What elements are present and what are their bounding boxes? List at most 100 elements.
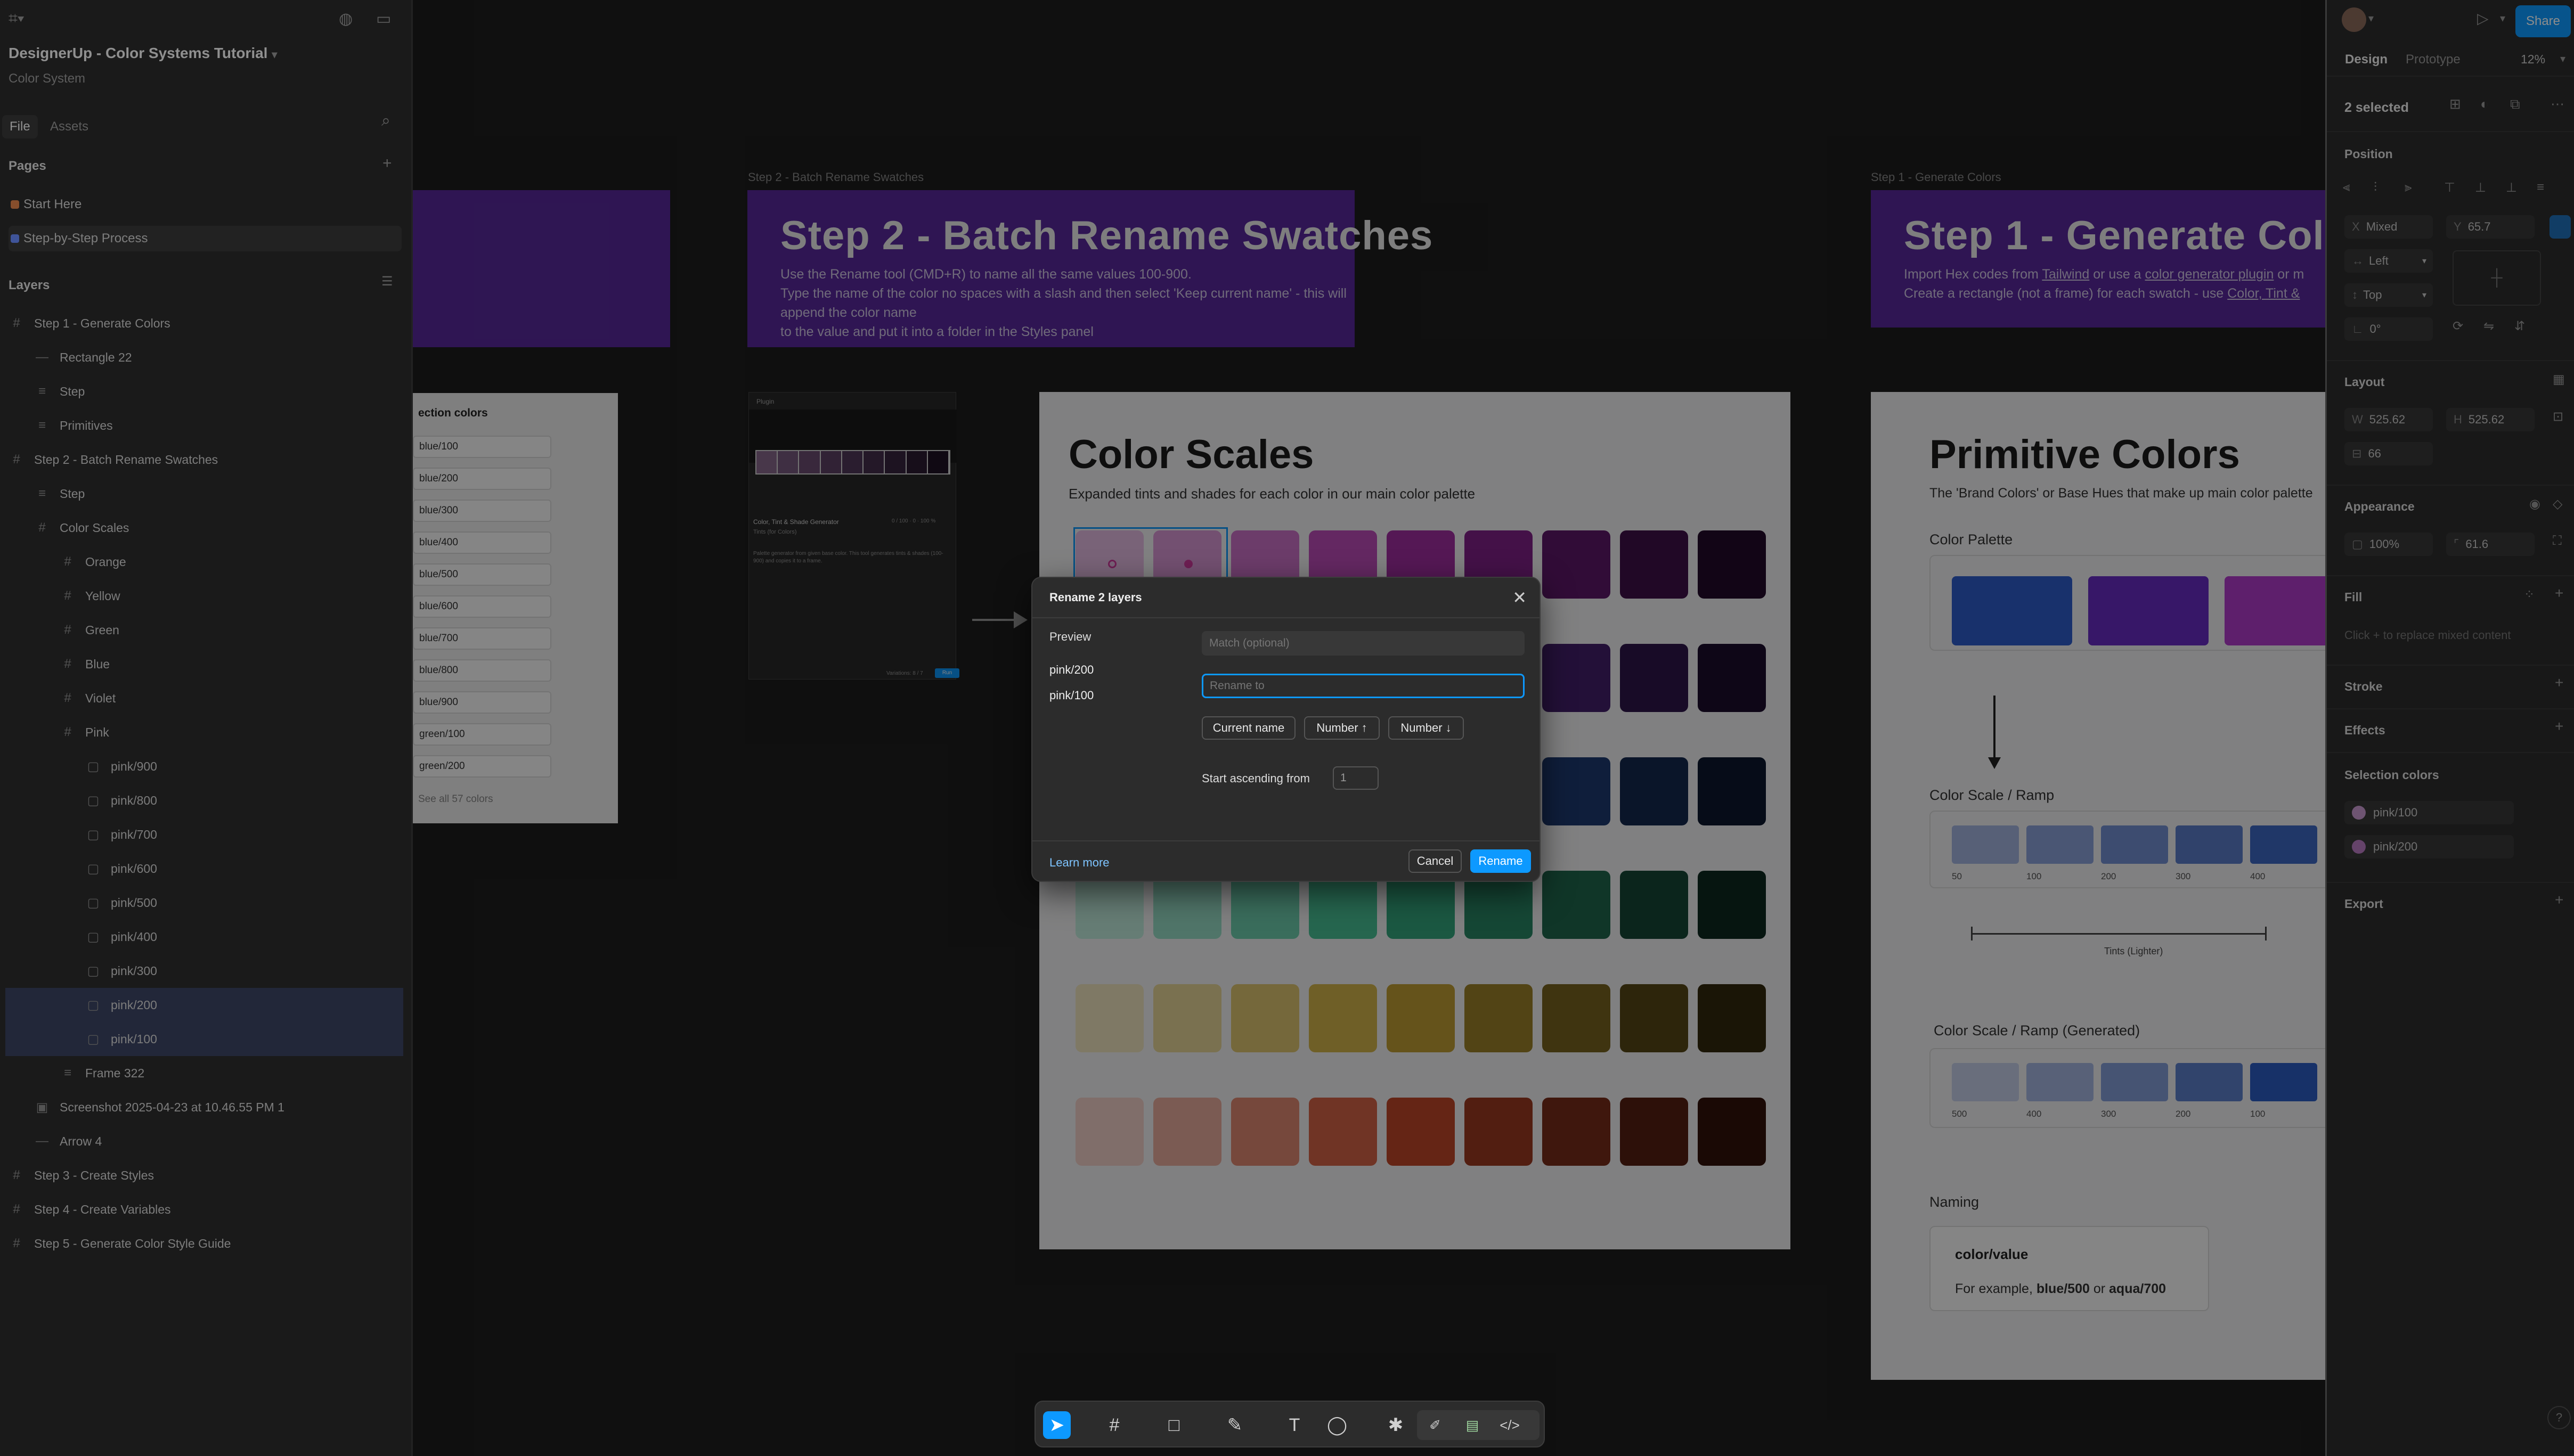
color-swatch[interactable] [1231, 1098, 1299, 1166]
add-effect-icon[interactable]: + [2555, 718, 2563, 735]
layer-row[interactable]: ▢ pink/200 [5, 988, 403, 1022]
banner-step1[interactable]: Step 1 - Generate Colo Import Hex codes … [1871, 190, 2325, 328]
selection-color-item[interactable]: pink/200 [2344, 835, 2514, 858]
rename-button[interactable]: Rename [1470, 849, 1531, 873]
mask-icon[interactable]: ◐ [2480, 96, 2489, 112]
ramp-swatch[interactable] [2176, 1063, 2243, 1101]
color-swatch[interactable] [1542, 530, 1610, 599]
color-swatch[interactable] [1698, 757, 1766, 825]
add-export-icon[interactable]: + [2555, 891, 2563, 909]
color-swatch[interactable] [1309, 1098, 1377, 1166]
layer-row[interactable]: ▢ pink/800 [0, 783, 413, 817]
text-tool-icon[interactable]: T [1281, 1411, 1308, 1439]
tab-file[interactable]: File [2, 115, 38, 138]
number-ascending-chip[interactable]: Number ↑ [1304, 716, 1380, 740]
horizontal-constraint[interactable]: ↔ Left ▾ [2344, 249, 2433, 273]
eye-icon[interactable]: ◉ [2529, 496, 2540, 512]
project-title[interactable]: DesignerUp - Color Systems Tutorial ▾ [9, 45, 277, 62]
selection-color-row[interactable]: blue/800 [413, 659, 551, 682]
ramp-swatch[interactable] [2026, 1063, 2094, 1101]
corner-icon[interactable]: ⛶ [2553, 534, 2562, 549]
layer-row[interactable]: ▣ Screenshot 2025-04-23 at 10.46.55 PM 1 [0, 1090, 413, 1124]
selection-color-row[interactable]: blue/100 [413, 436, 551, 458]
color-swatch[interactable] [1153, 1098, 1221, 1166]
design-mode-icon[interactable]: ▤ [1459, 1411, 1486, 1439]
page-start-here[interactable]: Start Here [9, 192, 402, 217]
primitive-colors-board[interactable]: Primitive Colors The 'Brand Colors' or B… [1871, 392, 2325, 1380]
opacity-field[interactable]: ▢ 100% [2344, 533, 2433, 556]
selection-color-row[interactable]: blue/500 [413, 563, 551, 586]
chevron-down-icon[interactable]: ▾ [2368, 12, 2374, 25]
ramp-swatch[interactable] [2250, 1063, 2317, 1101]
color-swatch[interactable] [1387, 1098, 1455, 1166]
selection-color-row[interactable]: blue/600 [413, 595, 551, 618]
color-swatch[interactable] [1076, 984, 1144, 1052]
color-swatch[interactable] [1620, 757, 1688, 825]
layer-row[interactable]: ≡ Step [0, 477, 413, 511]
align-right-icon[interactable]: ⫸ [2405, 180, 2412, 195]
rename-to-input[interactable] [1202, 674, 1525, 698]
x-field[interactable]: X Mixed [2344, 215, 2433, 239]
layer-row[interactable]: # Step 4 - Create Variables [0, 1192, 413, 1226]
number-descending-chip[interactable]: Number ↓ [1388, 716, 1464, 740]
height-field[interactable]: H 525.62 [2446, 408, 2535, 431]
chevron-down-icon[interactable]: ▾ [2500, 12, 2505, 25]
selection-colors-card[interactable]: ection colors blue/100 blue/200 blue/300 bl… [413, 393, 618, 823]
gap-field[interactable]: ⊟ 66 [2344, 442, 2433, 465]
globe-icon[interactable]: ◍ [339, 10, 353, 28]
selection-color-row[interactable]: blue/900 [413, 691, 551, 714]
layer-row[interactable]: ▢ pink/600 [0, 852, 413, 886]
align-top-icon[interactable]: ⊤ [2444, 180, 2455, 195]
plugin-run-button[interactable]: Run [935, 668, 959, 678]
radius-field[interactable]: ⌜ 61.6 [2446, 533, 2535, 556]
selection-color-row[interactable]: blue/200 [413, 468, 551, 490]
styles-icon[interactable]: ⁘ [2524, 587, 2535, 602]
color-swatch[interactable] [1620, 984, 1688, 1052]
constrain-toggle[interactable] [2549, 215, 2571, 239]
frame-label-step2[interactable]: Step 2 - Batch Rename Swatches [748, 170, 924, 184]
align-left-icon[interactable]: ⫷ [2343, 180, 2350, 195]
palette-swatch[interactable] [2088, 576, 2209, 645]
rotate-icon[interactable]: ⟳ [2453, 318, 2463, 334]
layer-row[interactable]: # Step 5 - Generate Color Style Guide [0, 1226, 413, 1261]
distribute-icon[interactable]: ≡ [2537, 180, 2544, 195]
color-swatch[interactable] [1698, 984, 1766, 1052]
selection-color-row[interactable]: green/100 [413, 723, 551, 746]
color-swatch[interactable] [1542, 1098, 1610, 1166]
rectangle-tool-icon[interactable]: □ [1160, 1411, 1188, 1439]
layer-row[interactable]: # Violet [0, 681, 413, 715]
learn-more-link[interactable]: Learn more [1049, 856, 1110, 870]
layer-row[interactable]: — Rectangle 22 [0, 340, 413, 374]
current-name-chip[interactable]: Current name [1202, 716, 1296, 740]
tailwind-link[interactable]: Tailwind [2042, 267, 2089, 282]
color-swatch[interactable] [1231, 984, 1299, 1052]
color-swatch[interactable] [1542, 984, 1610, 1052]
ramp-swatch[interactable] [2101, 1063, 2168, 1101]
present-icon[interactable]: ▷ [2477, 10, 2489, 27]
color-swatch[interactable] [1542, 757, 1610, 825]
color-swatch[interactable] [1698, 644, 1766, 712]
layer-row[interactable]: ≡ Step [0, 374, 413, 408]
color-swatch[interactable] [1620, 644, 1688, 712]
layer-row[interactable]: # Color Scales [0, 511, 413, 545]
color-swatch[interactable] [1542, 871, 1610, 939]
add-stroke-icon[interactable]: + [2555, 674, 2563, 691]
vertical-constraint[interactable]: ↕ Top ▾ [2344, 283, 2433, 307]
frame-tool-icon[interactable]: # [1101, 1411, 1128, 1439]
page-step-by-step[interactable]: Step-by-Step Process [9, 226, 402, 251]
boolean-icon[interactable]: ⧉ [2510, 96, 2520, 113]
banner-step2[interactable]: Step 2 - Batch Rename Swatches Use the R… [747, 190, 1432, 347]
more-icon[interactable]: ⋯ [2551, 96, 2564, 112]
layer-row[interactable]: ▢ pink/700 [0, 817, 413, 852]
color-swatch[interactable] [1620, 530, 1688, 599]
comment-tool-icon[interactable]: ◯ [1323, 1411, 1351, 1439]
layer-row[interactable]: ≡ Frame 322 [0, 1056, 413, 1090]
align-bottom-icon[interactable]: ⊥ [2506, 180, 2517, 195]
selection-color-row[interactable]: green/200 [413, 755, 551, 778]
y-field[interactable]: Y 65.7 [2446, 215, 2535, 239]
cancel-button[interactable]: Cancel [1408, 849, 1462, 873]
ramp-swatch[interactable] [2026, 825, 2094, 864]
resize-icon[interactable]: ⊡ [2553, 409, 2563, 424]
help-icon[interactable]: ? [2547, 1406, 2571, 1429]
layer-row[interactable]: # Blue [0, 647, 413, 681]
